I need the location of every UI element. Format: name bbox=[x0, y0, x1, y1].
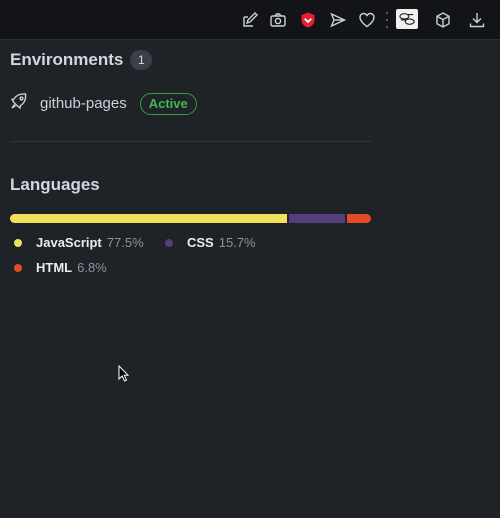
download-icon[interactable] bbox=[466, 9, 488, 31]
environments-title: Environments bbox=[10, 50, 124, 69]
language-bar-segment-css bbox=[288, 214, 345, 223]
rocket-icon bbox=[10, 92, 28, 115]
environment-status-badge: Active bbox=[139, 92, 197, 115]
language-percent: 77.5% bbox=[106, 235, 144, 250]
send-icon[interactable] bbox=[327, 9, 349, 31]
language-name: CSS bbox=[187, 235, 214, 250]
cube-icon[interactable] bbox=[432, 9, 454, 31]
camera-icon[interactable] bbox=[267, 9, 289, 31]
languages-heading: Languages bbox=[10, 175, 100, 195]
language-bar-segment-javascript bbox=[10, 214, 287, 223]
heart-icon[interactable] bbox=[356, 9, 378, 31]
shield-icon[interactable] bbox=[297, 9, 319, 31]
language-name: HTML bbox=[36, 260, 73, 275]
language-percent: 6.8% bbox=[77, 260, 107, 275]
language-item-javascript[interactable]: JavaScript 77.5% bbox=[14, 235, 144, 250]
toolbar-separator bbox=[385, 12, 388, 28]
language-color-dot bbox=[165, 238, 173, 247]
language-name: JavaScript bbox=[36, 235, 102, 250]
language-color-dot bbox=[14, 238, 22, 247]
language-bar-segment-html bbox=[346, 214, 371, 223]
browser-toolbar bbox=[0, 0, 500, 40]
environment-link[interactable]: github-pages bbox=[40, 95, 127, 112]
edit-icon[interactable] bbox=[239, 9, 261, 31]
language-percent: 15.7% bbox=[218, 235, 256, 250]
language-progress-bar bbox=[10, 214, 371, 223]
language-item-css[interactable]: CSS 15.7% bbox=[165, 235, 256, 250]
language-item-html[interactable]: HTML 6.8% bbox=[14, 260, 107, 275]
environments-count-badge: 1 bbox=[130, 50, 153, 70]
languages-title: Languages bbox=[10, 175, 100, 194]
section-divider bbox=[10, 141, 371, 142]
language-color-dot bbox=[14, 263, 22, 272]
environments-heading: Environments 1 bbox=[10, 50, 153, 70]
environment-item: github-pages Active bbox=[10, 92, 197, 115]
extension-icon[interactable] bbox=[396, 9, 418, 29]
mouse-cursor bbox=[118, 364, 130, 383]
